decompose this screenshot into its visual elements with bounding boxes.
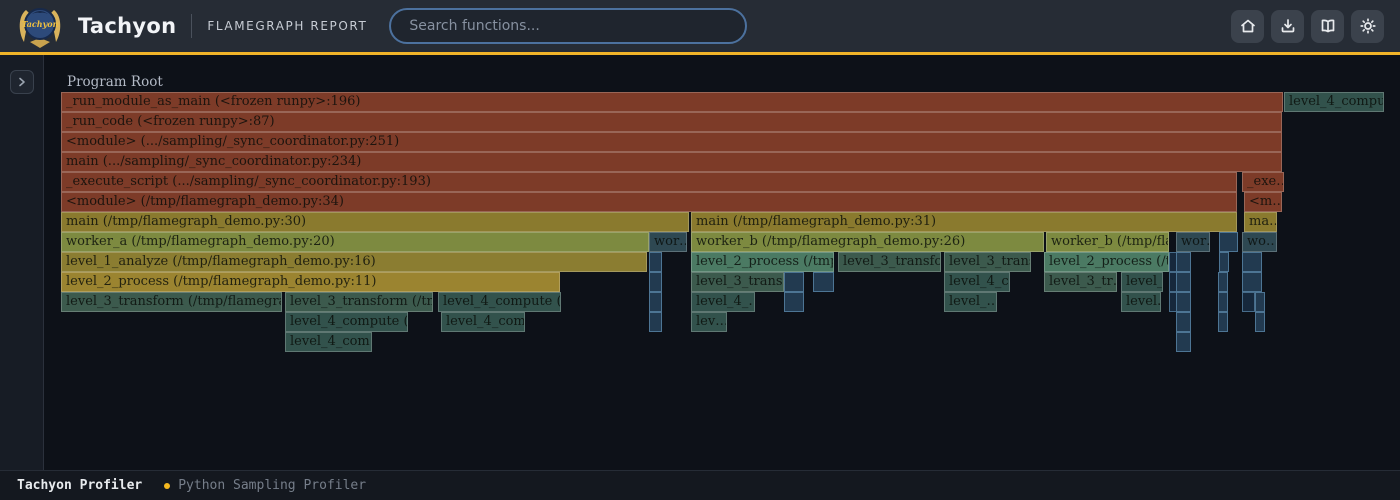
flame-bar[interactable] [1242,252,1262,272]
flame-bar[interactable]: level_3_transform (/tmp/fl… [285,292,433,312]
flame-bar[interactable]: level_2_process (/tm… [1044,252,1169,272]
flame-bar[interactable] [1255,312,1265,332]
flame-bar[interactable]: <m… [1244,192,1282,212]
flamegraph-panel: Program Root _run_module_as_main (<froze… [44,55,1400,470]
flame-bar[interactable]: level_4_… [691,292,755,312]
flame-bar[interactable] [784,272,804,292]
svg-text:Tachyon: Tachyon [22,19,59,29]
flame-bar[interactable]: level… [1121,292,1161,312]
flame-bar[interactable]: worker_b (/tmp/flamegraph_demo.py:26) [691,232,1044,252]
flame-bar[interactable]: level_1_analyze (/tmp/flamegraph_demo.py… [61,252,647,272]
flame-bar[interactable] [1176,312,1191,332]
flame-bar[interactable]: level_3_tr… [1044,272,1117,292]
flame-bar[interactable]: level_3_transf… [691,272,784,292]
download-icon [1279,17,1297,35]
flame-bar[interactable] [1218,312,1228,332]
report-label: FLAMEGRAPH REPORT [207,19,367,33]
flame-bar[interactable]: wor… [1176,232,1210,252]
flame-bar[interactable] [649,272,662,292]
flame-bar[interactable] [1176,272,1191,292]
search-input[interactable] [389,8,747,44]
flame-bar[interactable]: level_4_com… [285,332,372,352]
flame-bar[interactable]: wor… [649,232,687,252]
flame-bar[interactable] [649,312,662,332]
flame-bar[interactable]: worker_b (/tmp/flame… [1046,232,1169,252]
header-divider [191,14,192,38]
flame-bar[interactable] [1218,272,1228,292]
brightness-icon [1359,17,1377,35]
flame-bar[interactable] [784,292,804,312]
flame-bar[interactable]: level_3_trans… [944,252,1031,272]
flame-root-row[interactable]: Program Root [61,72,1385,92]
flame-bar[interactable] [1219,232,1238,252]
flame-bar[interactable]: <module> (/tmp/flamegraph_demo.py:34) [61,192,1237,212]
flame-bar[interactable] [1219,252,1229,272]
flame-bar[interactable]: level_… [1121,272,1163,292]
flame-bar[interactable]: level_4_com… [441,312,525,332]
flame-bar[interactable]: _run_code (<frozen runpy>:87) [61,112,1282,132]
flame-bar[interactable] [813,272,834,292]
sidebar [0,55,44,470]
flamegraph: Program Root _run_module_as_main (<froze… [61,72,1385,357]
download-button[interactable] [1271,10,1304,43]
flame-bar[interactable]: <module> (.../sampling/_sync_coordinator… [61,132,1282,152]
flame-bar[interactable]: level_2_process (/tmp/fla… [691,252,834,272]
app-title: Tachyon [78,14,176,38]
content-area: Program Root _run_module_as_main (<froze… [0,55,1400,470]
flame-bar[interactable]: main (/tmp/flamegraph_demo.py:30) [61,212,689,232]
flame-bar[interactable] [1218,292,1228,312]
sidebar-toggle-button[interactable] [10,70,34,94]
footer-subtitle: Python Sampling Profiler [178,478,366,493]
footer-app-name: Tachyon Profiler [17,478,142,493]
flame-bar[interactable]: main (/tmp/flamegraph_demo.py:31) [691,212,1237,232]
flame-bar[interactable]: lev… [691,312,727,332]
flame-bar[interactable]: level_4_compute (/t… [438,292,561,312]
home-icon [1239,17,1257,35]
flame-bar[interactable]: worker_a (/tmp/flamegraph_demo.py:20) [61,232,649,252]
flame-bar[interactable]: main (.../sampling/_sync_coordinator.py:… [61,152,1282,172]
app-logo: Tachyon [16,2,64,50]
flame-bar[interactable]: _exe… [1242,172,1284,192]
flame-bar[interactable]: level_2_process (/tmp/flamegraph_demo.py… [61,272,560,292]
flame-bar[interactable]: level_3_transform (/tmp/flamegraph_dem… [61,292,282,312]
flame-bar[interactable] [1242,292,1255,312]
status-bar: Tachyon Profiler Python Sampling Profile… [0,470,1400,500]
flame-bar[interactable] [649,292,662,312]
flame-bar[interactable] [1176,292,1191,312]
flame-bar[interactable]: level_4_compute (/t… [285,312,408,332]
flame-bar[interactable]: level_3_transform… [838,252,941,272]
flame-bar[interactable]: _run_module_as_main (<frozen runpy>:196) [61,92,1283,112]
flame-bar[interactable]: wo… [1242,232,1277,252]
header: Tachyon Tachyon FLAMEGRAPH REPORT [0,0,1400,55]
flame-bar[interactable]: level_4_c… [944,272,1010,292]
flame-bar[interactable] [649,252,662,272]
home-button[interactable] [1231,10,1264,43]
flame-bar[interactable] [1176,252,1191,272]
status-dot [164,483,170,489]
flame-bar[interactable]: ma… [1244,212,1277,232]
flame-bar[interactable] [1242,272,1262,292]
flame-bar[interactable] [1255,292,1265,312]
chevron-right-icon [17,77,27,87]
theme-button[interactable] [1351,10,1384,43]
flame-bar[interactable]: _execute_script (.../sampling/_sync_coor… [61,172,1237,192]
flame-bar[interactable]: level_4_comput… [1284,92,1384,112]
docs-button[interactable] [1311,10,1344,43]
book-icon [1319,17,1337,35]
flame-bar[interactable]: level_… [944,292,997,312]
header-icon-group [1231,10,1384,43]
flame-bar[interactable] [1176,332,1191,352]
